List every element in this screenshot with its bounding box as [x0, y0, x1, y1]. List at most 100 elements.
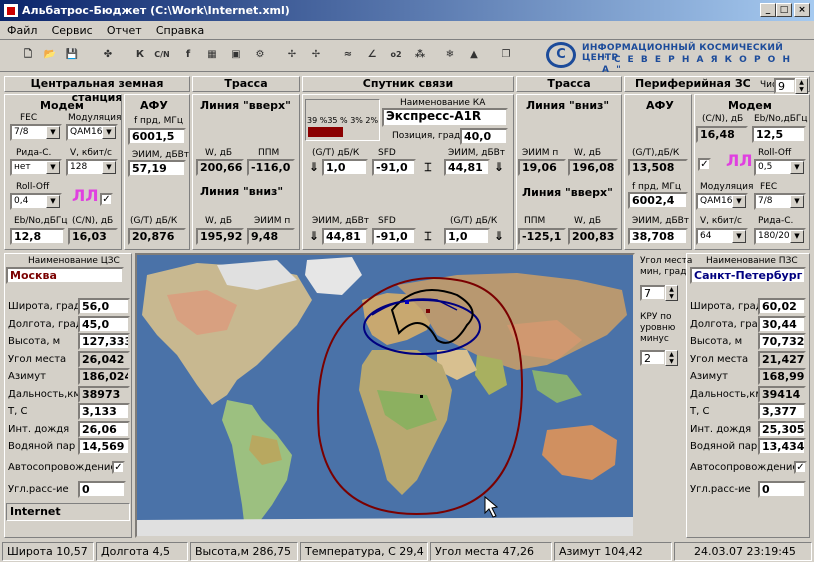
peripheral-fec-select[interactable]: 7/8 ▼	[754, 193, 806, 210]
network-icon[interactable]: ✤	[98, 45, 118, 65]
peripheral-rolloff-select[interactable]: 0,5 ▼	[754, 159, 806, 176]
satellite-eiim-down-input[interactable]: 44,81	[322, 228, 368, 245]
peripheral-rs-select[interactable]: 180/200 ▼	[754, 228, 806, 245]
calculator-icon[interactable]: ▦	[202, 45, 222, 65]
app-icon[interactable]	[3, 3, 19, 18]
right-station-row-value[interactable]: 70,732	[758, 333, 806, 350]
left-station-name-input[interactable]: Москва	[6, 267, 124, 284]
left-station-row-value[interactable]: 56,0	[78, 298, 130, 315]
k-button[interactable]: К	[130, 45, 150, 65]
elev-min-input[interactable]: 7	[640, 285, 666, 301]
cn-button[interactable]: C/N	[152, 45, 172, 65]
kru-spin[interactable]: ▲ ▼	[665, 350, 678, 366]
chevron-down-icon[interactable]: ▼	[46, 126, 60, 139]
chevron-down-icon[interactable]: ▼	[102, 126, 116, 139]
peripheral-mod-value: QAM16	[700, 196, 733, 206]
snow-icon[interactable]: ❄	[440, 45, 460, 65]
chevron-down-icon[interactable]: ▼	[46, 195, 60, 208]
angle-icon[interactable]: ∠	[362, 45, 382, 65]
central-eiim-input[interactable]: 57,19	[128, 160, 186, 177]
central-rs-select[interactable]: нет ▼	[10, 159, 62, 176]
central-mod-select[interactable]: QAM16 ▼	[66, 124, 118, 141]
left-station-row-value[interactable]: 127,333	[78, 333, 130, 350]
status-az: Азимут 104,42	[554, 542, 672, 561]
left-station-row-value[interactable]: 14,569	[78, 438, 130, 455]
menu-file[interactable]: Файл	[0, 21, 41, 37]
elev-min-spin[interactable]: ▲ ▼	[665, 285, 678, 301]
satellite-eiim-up-label: ЭИИМ, дБВт	[448, 148, 506, 158]
status-lon: Долгота 4,5	[96, 542, 188, 561]
satellite-gt-down-input[interactable]: 1,0	[444, 228, 490, 245]
satellite-sfd-down-input[interactable]: -91,0	[372, 228, 416, 245]
central-fec-select[interactable]: 7/8 ▼	[10, 124, 62, 141]
satellite-pos-input[interactable]: 40,0	[460, 128, 508, 145]
arrow-down-icon: ⇓	[308, 229, 320, 243]
satellite-name-input[interactable]: Экспресс-А1R	[382, 108, 508, 127]
settings-icon[interactable]: ⚙	[250, 45, 270, 65]
new-file-icon[interactable]: 🗋	[18, 45, 38, 65]
peripheral-eiim-input[interactable]: 38,708	[628, 228, 688, 245]
chevron-down-icon[interactable]: ▼	[46, 161, 60, 174]
peripheral-checkbox[interactable]: ✓	[698, 158, 711, 171]
satellite-icon[interactable]: ✢	[282, 45, 302, 65]
right-station-row-value[interactable]: 60,02	[758, 298, 806, 315]
right-station-row-value[interactable]: 13,434	[758, 438, 806, 455]
count-input[interactable]: 9	[774, 78, 796, 94]
minimize-button[interactable]: _	[760, 3, 776, 17]
central-ebno-input[interactable]: 12,8	[10, 228, 65, 245]
right-station-row-value[interactable]: 25,305	[758, 420, 806, 438]
left-spread-input[interactable]: 0	[78, 481, 126, 498]
wave-icon[interactable]: ≈	[338, 45, 358, 65]
left-station-row-value[interactable]: 3,133	[78, 403, 130, 420]
menu-help[interactable]: Справка	[149, 21, 208, 37]
open-folder-icon[interactable]: 📂	[40, 45, 60, 65]
f-button[interactable]: f	[178, 45, 198, 65]
kru-input[interactable]: 2	[640, 350, 666, 366]
count-spin[interactable]: ▲ ▼	[795, 78, 808, 94]
title-bar: Альбатрос-Бюджет (C:\Work\Internet.xml)	[0, 0, 814, 21]
rain-icon[interactable]: ⁂	[410, 45, 430, 65]
left-autotrack-checkbox[interactable]: ✓	[112, 461, 125, 474]
chevron-down-icon[interactable]: ▼	[732, 195, 746, 208]
peripheral-mod-select[interactable]: QAM16 ▼	[696, 193, 748, 210]
o2-button[interactable]: o2	[386, 45, 406, 65]
menu-report[interactable]: Отчет	[100, 21, 146, 37]
peripheral-v-select[interactable]: 64 ▼	[696, 228, 748, 245]
chevron-down-icon[interactable]: ▼	[732, 230, 746, 243]
satellite2-icon[interactable]: ✢	[306, 45, 326, 65]
right-autotrack-checkbox[interactable]: ✓	[794, 461, 807, 474]
link-icon[interactable]: ⌶	[421, 228, 435, 245]
satellite-gt-up-input[interactable]: 1,0	[322, 159, 368, 176]
central-fprd-input[interactable]: 6001,5	[128, 128, 186, 145]
peripheral-ebno-input[interactable]: 12,5	[752, 126, 806, 143]
menu-service[interactable]: Сервис	[45, 21, 97, 37]
right-station-row-label: Долгота, град	[690, 318, 765, 330]
windows-icon[interactable]: ❐	[496, 45, 516, 65]
world-map[interactable]	[135, 253, 635, 538]
left-station-row-value[interactable]: 45,0	[78, 315, 130, 333]
save-icon[interactable]: 💾	[62, 45, 82, 65]
central-rolloff-select[interactable]: 0,4 ▼	[10, 193, 62, 210]
chevron-down-icon[interactable]: ▼	[102, 161, 116, 174]
central-v-select[interactable]: 128 ▼	[66, 159, 118, 176]
right-station-row-value[interactable]: 3,377	[758, 403, 806, 420]
chevron-down-icon[interactable]: ▼	[790, 161, 804, 174]
central-checkbox[interactable]: ✓	[100, 193, 113, 206]
satellite-eiim-up-input[interactable]: 44,81	[444, 159, 490, 176]
chevron-down-icon[interactable]: ▼	[790, 195, 804, 208]
right-station-name-input[interactable]: Санкт-Петербург	[690, 267, 806, 284]
left-station-row-value[interactable]: 26,06	[78, 420, 130, 438]
right-spread-input[interactable]: 0	[758, 481, 806, 498]
route-up-w-label: W, дБ	[205, 148, 233, 158]
chevron-down-icon[interactable]: ▼	[790, 230, 804, 243]
close-button[interactable]: ×	[794, 3, 810, 17]
link-icon[interactable]: ⌶	[421, 159, 435, 176]
right-station-row-value[interactable]: 30,44	[758, 315, 806, 333]
peripheral-cn-value: 16,48	[696, 126, 748, 143]
satellite-sfd-up-input[interactable]: -91,0	[372, 159, 416, 176]
peripheral-fprd-input[interactable]: 6002,4	[628, 192, 688, 209]
spectrum-icon[interactable]: ▲	[464, 45, 484, 65]
maximize-button[interactable]: □	[776, 3, 792, 17]
se-asia-region	[532, 370, 582, 403]
report-icon[interactable]: ▣	[226, 45, 246, 65]
